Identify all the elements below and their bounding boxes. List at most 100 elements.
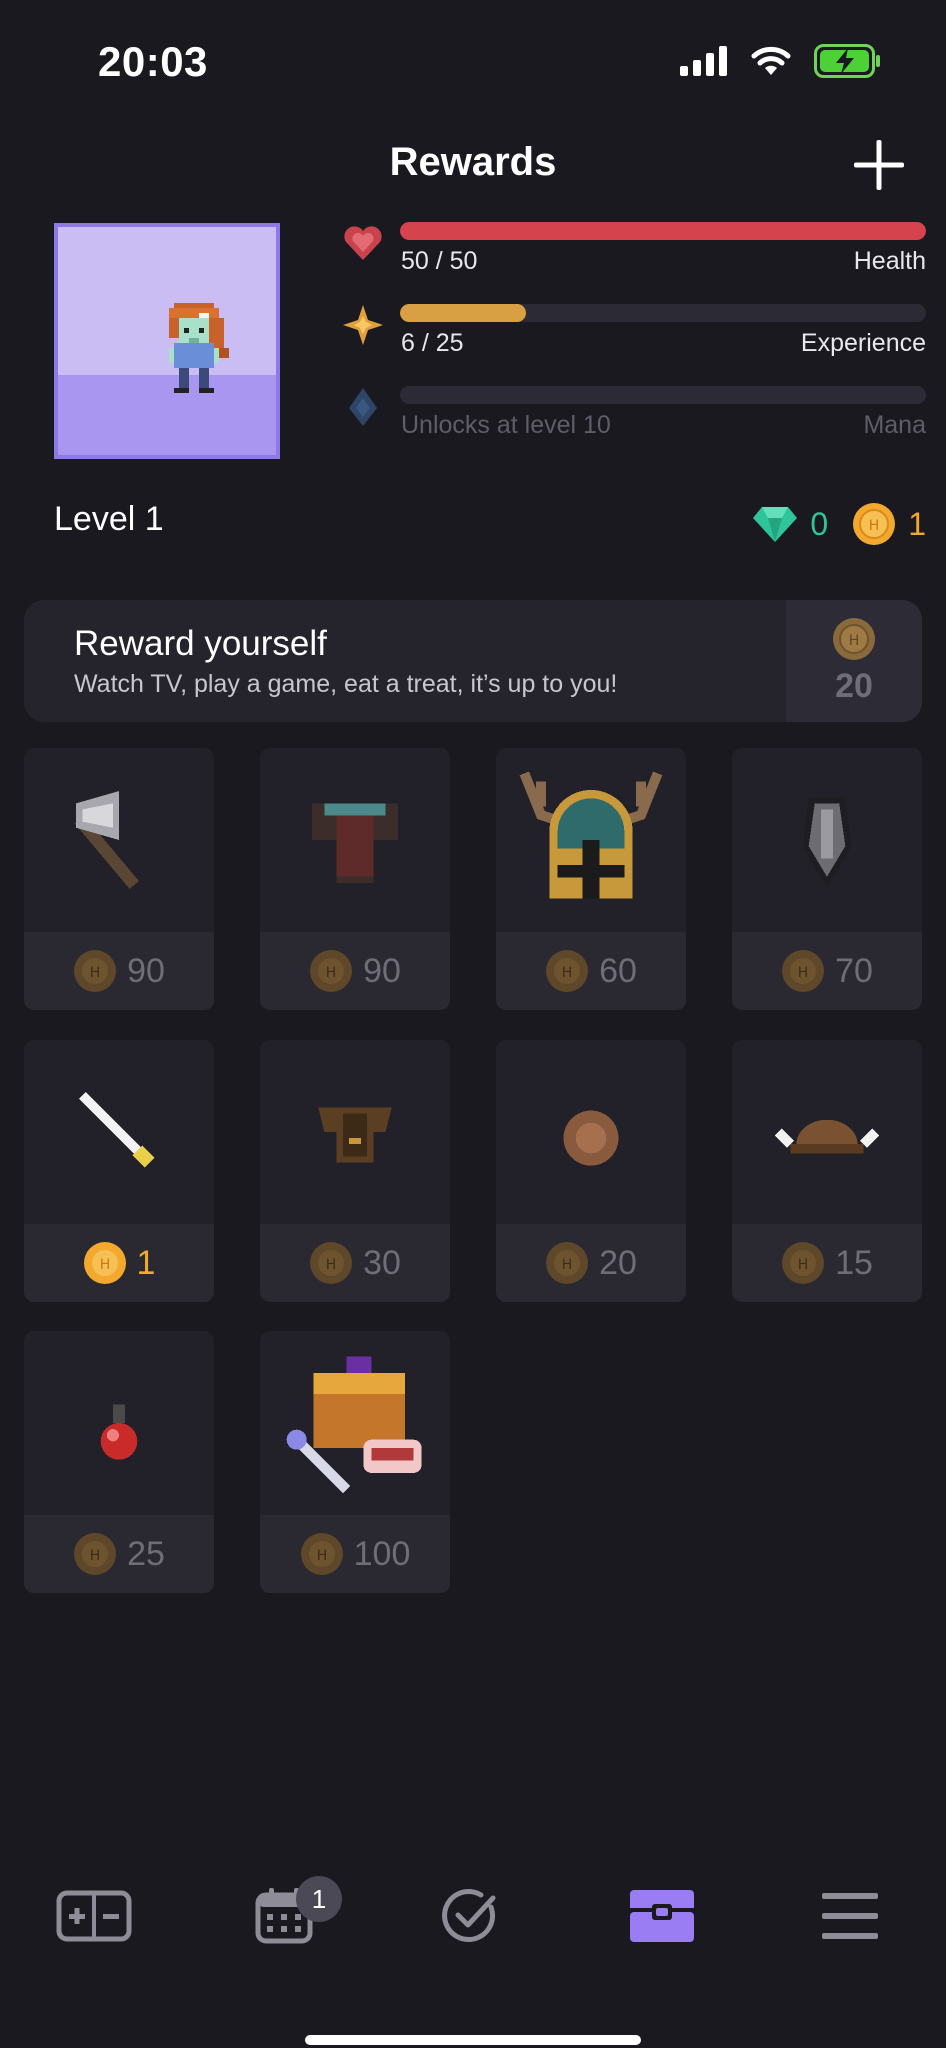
item-price: 15 (835, 1243, 873, 1282)
rewards-tab[interactable] (622, 1884, 702, 1948)
status-icons (680, 44, 882, 78)
shop-item[interactable]: H 15 (732, 1040, 922, 1302)
checkmark-circle-icon (442, 1889, 496, 1942)
antler-helmet-icon (519, 771, 663, 899)
health-bar (400, 222, 926, 240)
gold-count: 1 (908, 505, 926, 542)
dailies-badge: 1 (296, 1876, 342, 1922)
coin-icon: H (546, 950, 589, 992)
menu-icon (822, 1893, 878, 1939)
dagger-icon (78, 1091, 155, 1168)
coin-icon: H (300, 1533, 343, 1575)
item-price: 90 (127, 951, 165, 990)
page-title: Rewards (389, 140, 557, 184)
coin-icon: H (310, 1242, 353, 1284)
gem-count: 0 (810, 505, 829, 542)
shop-item[interactable]: H 70 (732, 748, 922, 1010)
custom-reward-subtitle: Watch TV, play a game, eat a treat, it’s… (74, 670, 618, 698)
mana-label: Mana (863, 411, 926, 439)
coin-icon: H (833, 617, 875, 660)
item-price-row: H 100 (260, 1515, 450, 1593)
heart-icon (344, 226, 382, 260)
habits-tab[interactable] (54, 1884, 134, 1948)
star-icon (343, 305, 383, 345)
coin-icon: H (74, 950, 117, 992)
shop-item[interactable]: H 20 (496, 1040, 686, 1302)
custom-reward-price: 20 (835, 666, 873, 705)
mana-value: Unlocks at level 10 (401, 411, 611, 439)
mana-bar (400, 386, 926, 404)
coin-icon: H (782, 1242, 825, 1284)
armor-icon (312, 803, 398, 883)
custom-reward-title: Reward yourself (74, 624, 327, 663)
gem-icon (753, 507, 798, 542)
add-reward-icon[interactable] (852, 138, 906, 192)
signal-icon (680, 46, 727, 76)
habits-icon (56, 1890, 132, 1942)
item-price: 70 (835, 951, 873, 990)
item-price: 1 (136, 1243, 156, 1282)
experience-value: 6 / 25 (401, 329, 464, 357)
svg-text:H: H (99, 1257, 110, 1273)
shop-item[interactable]: H 90 (24, 748, 214, 1010)
wifi-icon (751, 46, 791, 75)
coin-icon: H (83, 1242, 126, 1284)
item-price-row: H 90 (260, 932, 450, 1010)
health-potion-icon (100, 1404, 138, 1460)
character-sprite-icon (169, 303, 229, 393)
currency-display[interactable]: 0 H 1 (752, 502, 926, 546)
coin-icon: H (782, 950, 825, 992)
item-price-row: H 90 (24, 932, 214, 1010)
item-price-row: H 60 (496, 932, 686, 1010)
item-price-row: H 30 (260, 1224, 450, 1302)
item-price-row: H1 (24, 1224, 214, 1302)
coin-icon: H (546, 1242, 589, 1284)
svg-text:H: H (869, 518, 880, 534)
avatar[interactable] (54, 223, 280, 459)
mana-drop-icon (349, 388, 377, 426)
svg-text:H: H (316, 1548, 327, 1564)
svg-text:H: H (562, 965, 573, 981)
custom-reward-buy-button[interactable]: H 20 (786, 600, 922, 722)
svg-text:H: H (90, 1548, 101, 1564)
leather-armor-icon (318, 1107, 392, 1163)
item-price-row: H 25 (24, 1515, 214, 1593)
experience-label: Experience (800, 329, 926, 357)
svg-text:H: H (849, 633, 860, 649)
battery-charging-icon (814, 44, 880, 78)
item-price-row: H 20 (496, 1224, 686, 1302)
shop-item[interactable]: H1 (24, 1040, 214, 1302)
shop-item[interactable]: H 30 (260, 1040, 450, 1302)
item-price: 100 (353, 1534, 411, 1573)
health-bar-fill (400, 222, 926, 240)
shop-item[interactable]: H 90 (260, 748, 450, 1010)
treasure-chest-icon (286, 1356, 422, 1494)
svg-text:H: H (326, 1257, 337, 1273)
menu-tab[interactable] (810, 1884, 890, 1948)
custom-reward-card[interactable]: Reward yourself Watch TV, play a game, e… (24, 600, 922, 722)
level-label: Level 1 (54, 500, 164, 538)
coin-icon: H (310, 950, 353, 992)
round-shield-icon (563, 1110, 619, 1166)
experience-bar (400, 304, 926, 322)
item-price: 25 (127, 1534, 165, 1573)
svg-text:H: H (798, 1257, 809, 1273)
coin-icon: H (74, 1533, 117, 1575)
item-price-row: H 70 (732, 932, 922, 1010)
svg-text:H: H (562, 1257, 573, 1273)
svg-text:H: H (326, 965, 337, 981)
shop-item[interactable]: H 100 (260, 1331, 450, 1593)
status-time: 20:03 (98, 38, 208, 85)
battle-axe-icon (74, 791, 139, 889)
health-value: 50 / 50 (401, 247, 478, 275)
experience-bar-fill (400, 304, 527, 322)
treasure-chest-tab-icon (630, 1890, 694, 1942)
todos-tab[interactable] (430, 1884, 510, 1948)
item-price: 90 (363, 951, 401, 990)
shop-item[interactable]: H 25 (24, 1331, 214, 1593)
shop-item[interactable]: H 60 (496, 748, 686, 1010)
item-price: 30 (363, 1243, 401, 1282)
item-price-row: H 15 (732, 1224, 922, 1302)
item-price: 20 (599, 1243, 637, 1282)
horned-hat-icon (774, 1119, 880, 1154)
